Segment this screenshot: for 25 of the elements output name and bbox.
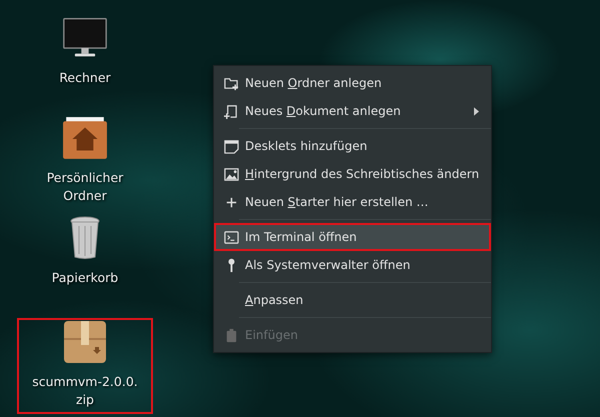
- icon-label[interactable]: Papierkorb: [30, 269, 140, 287]
- menu-item[interactable]: Im Terminal öffnen: [214, 223, 492, 251]
- clipboard-icon: [224, 328, 239, 342]
- icon-label[interactable]: Rechner: [30, 69, 140, 87]
- menu-item[interactable]: Anpassen: [214, 286, 492, 314]
- desktop-icon[interactable]: scummvm-2.0.0. zip: [17, 318, 153, 414]
- menu-item[interactable]: Hintergrund des Schreibtisches ändern: [214, 160, 492, 188]
- package-icon[interactable]: [62, 320, 108, 364]
- desktop-icon[interactable]: Papierkorb: [17, 214, 153, 314]
- icon-label[interactable]: scummvm-2.0.0. zip: [30, 373, 140, 409]
- submenu-arrow-icon: [474, 106, 480, 116]
- document-plus-icon: [224, 104, 239, 118]
- menu-item[interactable]: Neuen Starter hier erstellen …: [214, 188, 492, 216]
- folder-plus-icon: [224, 76, 239, 90]
- menu-item[interactable]: Neuen Ordner anlegen: [214, 69, 492, 97]
- menu-item[interactable]: Desklets hinzufügen: [214, 132, 492, 160]
- terminal-icon: [224, 230, 239, 244]
- desktop-icon[interactable]: Persönlicher Ordner: [17, 114, 153, 214]
- desktop-icon[interactable]: Rechner: [17, 14, 153, 114]
- menu-item[interactable]: Neues Dokument anlegen: [214, 97, 492, 125]
- icon-label[interactable]: Persönlicher Ordner: [30, 169, 140, 205]
- window-icon: [224, 138, 239, 154]
- menu-item[interactable]: Als Systemverwalter öffnen: [214, 251, 492, 279]
- home-folder-icon[interactable]: [62, 116, 108, 160]
- picture-icon: [224, 166, 239, 182]
